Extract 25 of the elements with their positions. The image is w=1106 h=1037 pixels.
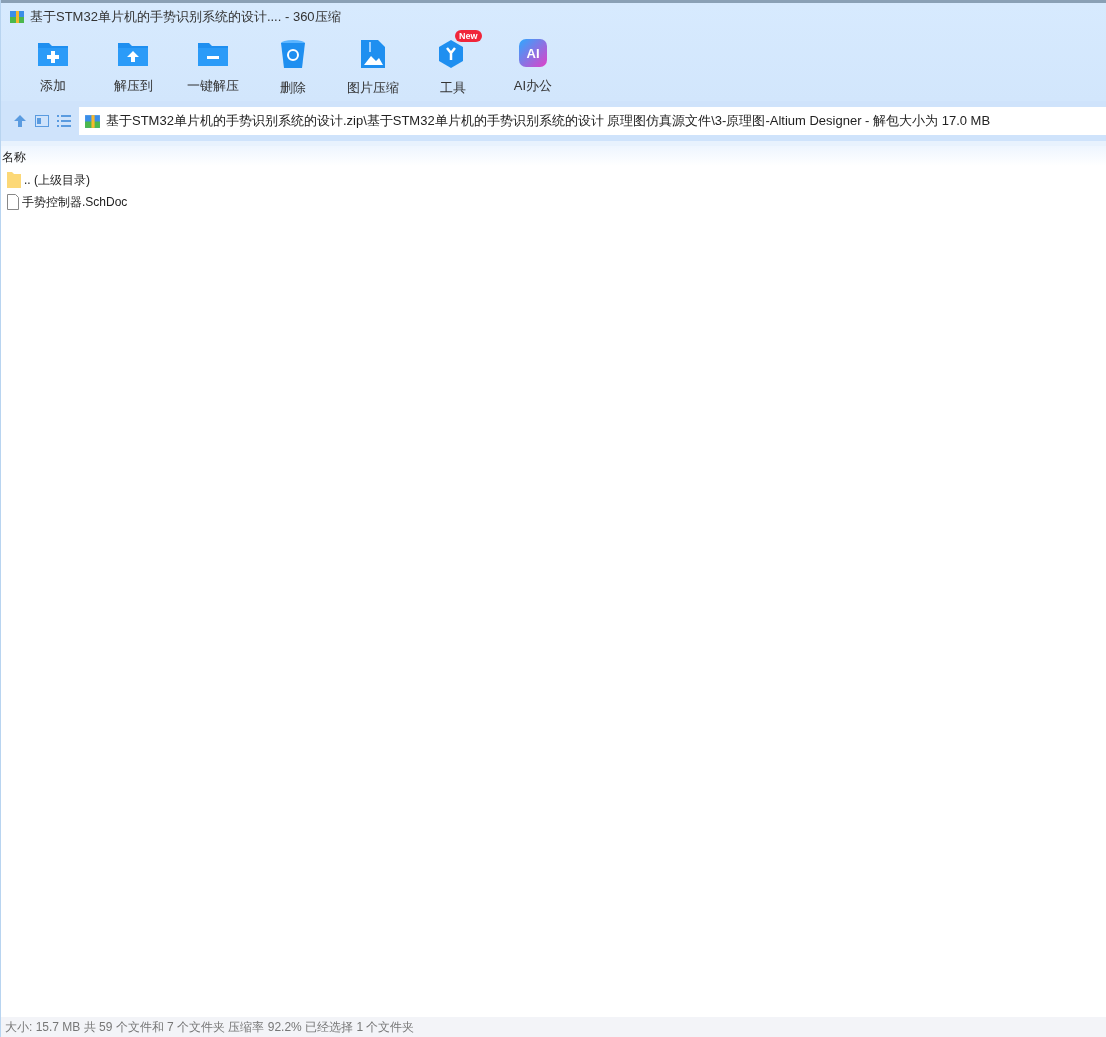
- toolbar-button[interactable]: 添加: [13, 31, 93, 101]
- up-arrow-icon[interactable]: [13, 114, 27, 128]
- recycle-bin-icon: [280, 39, 306, 69]
- archive-icon: [9, 9, 25, 25]
- address-path: 基于STM32单片机的手势识别系统的设计.zip\基于STM32单片机的手势识别系统的设计 原理图仿真源文件\3-原理图-Altium Designer - 解包大小为 17.0 MB: [106, 112, 991, 130]
- window-view-icon[interactable]: [35, 115, 49, 127]
- image-file-icon: [360, 39, 386, 69]
- address-bar[interactable]: 基于STM32单片机的手势识别系统的设计.zip\基于STM32单片机的手势识别系统的设计 原理图仿真源文件\3-原理图-Altium Designer - 解包大小为 17.0 MB: [79, 107, 1106, 135]
- ai-icon: AI: [519, 39, 547, 67]
- file-name[interactable]: .. (上级目录): [24, 171, 90, 189]
- toolbar-button[interactable]: 图片压缩: [333, 31, 413, 101]
- file-name[interactable]: 手势控制器.SchDoc: [22, 193, 128, 211]
- archive-icon: [84, 112, 101, 130]
- folder-icon: [7, 172, 21, 188]
- column-header[interactable]: 名称: [1, 149, 26, 166]
- toolbar-button[interactable]: 解压到: [93, 31, 173, 101]
- window-title: 基于STM32单片机的手势识别系统的设计.... - 360压缩: [30, 8, 341, 26]
- toolbar-button[interactable]: AI AI办公: [493, 31, 573, 101]
- list-view-icon[interactable]: [57, 115, 71, 127]
- new-badge: New: [455, 30, 482, 42]
- toolbar-button[interactable]: New 工具: [413, 31, 493, 101]
- file-icon: [7, 194, 19, 210]
- toolbar-button[interactable]: 删除: [253, 31, 333, 101]
- toolbar-button[interactable]: 一键解压: [173, 31, 253, 101]
- status-text: 大小: 15.7 MB 共 59 个文件和 7 个文件夹 压缩率 92.2% 已经选择 1 个文件夹: [5, 1018, 415, 1036]
